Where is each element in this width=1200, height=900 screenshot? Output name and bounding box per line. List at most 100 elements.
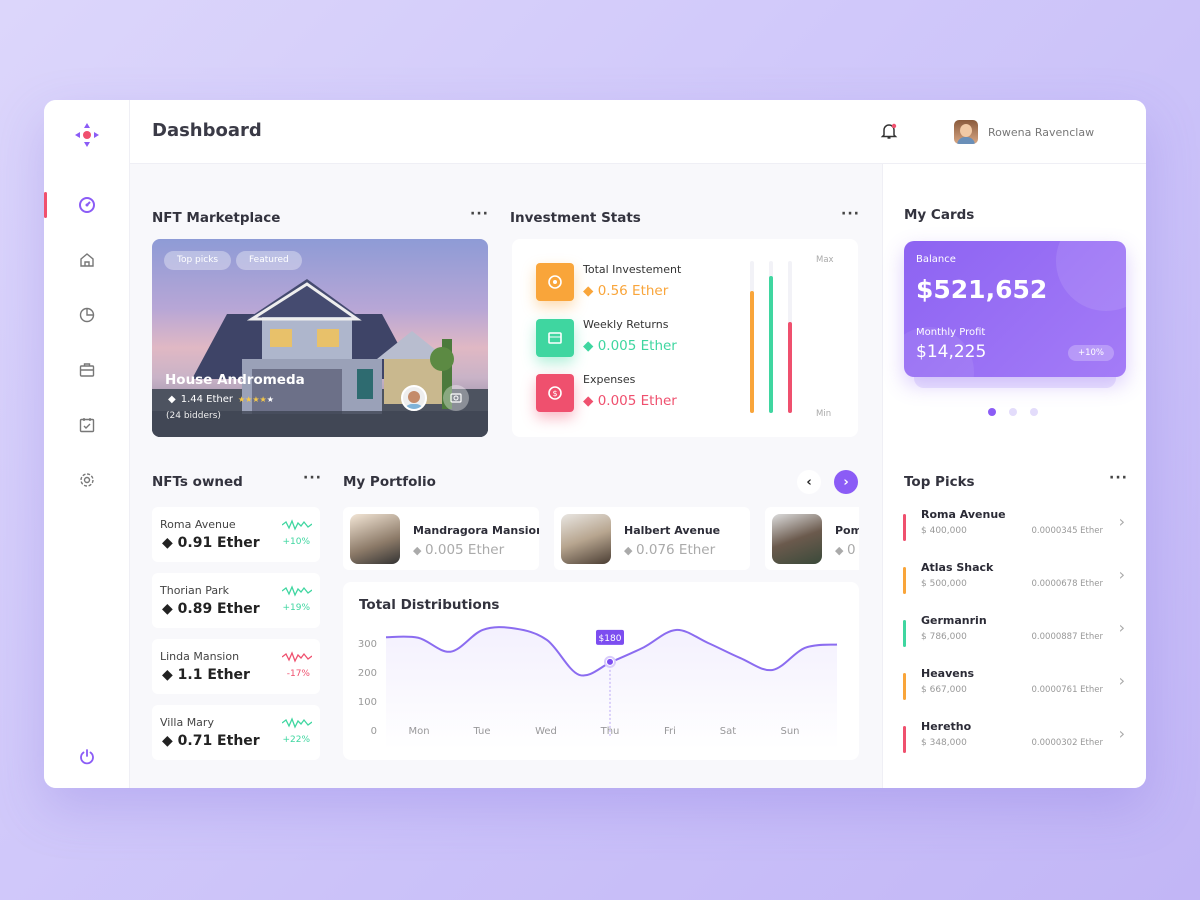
nft-owned-change: +19% bbox=[282, 603, 310, 613]
briefcase-icon bbox=[79, 363, 95, 377]
nft-owned-value: ◆ 0.91 Ether bbox=[162, 535, 260, 551]
pager-dot[interactable] bbox=[1009, 408, 1017, 416]
right-panel: My Cards Balance $521,652 Monthly Profit… bbox=[882, 164, 1146, 788]
ethereum-icon: ◆ bbox=[168, 394, 176, 405]
nft-owned-name: Linda Mansion bbox=[160, 650, 240, 663]
y-tick-label: 0 bbox=[371, 726, 377, 737]
power-icon bbox=[80, 749, 94, 765]
portfolio-item[interactable]: Mandragora Mansion ◆ 0.005 Ether bbox=[343, 507, 539, 570]
top-picks-more-button[interactable]: ··· bbox=[1109, 470, 1128, 486]
sidebar-item-calendar[interactable] bbox=[75, 413, 99, 437]
nfts-owned-more-button[interactable]: ··· bbox=[303, 470, 322, 486]
property-thumbnail bbox=[772, 514, 822, 564]
pager-dot[interactable] bbox=[1030, 408, 1038, 416]
nft-owned-item[interactable]: Roma Avenue ◆ 0.91 Ether +10% bbox=[152, 507, 320, 562]
top-picks-title: Top Picks bbox=[904, 474, 975, 490]
color-indicator bbox=[903, 620, 906, 647]
nft-owned-name: Roma Avenue bbox=[160, 518, 236, 531]
sidebar-item-analytics[interactable] bbox=[75, 303, 99, 327]
top-pick-item[interactable]: Germanrin $ 786,000 0.0000887 Ether › bbox=[903, 614, 1125, 662]
nft-owned-name: Villa Mary bbox=[160, 716, 214, 729]
sparkline-icon bbox=[282, 519, 312, 531]
ethereum-icon: ◆ bbox=[162, 733, 178, 749]
portfolio-carousel: Mandragora Mansion ◆ 0.005 Ether Halbert… bbox=[343, 100, 859, 580]
rating-stars: ★★★★★ bbox=[238, 395, 274, 404]
tag-top-picks[interactable]: Top picks bbox=[164, 251, 232, 270]
top-pick-item[interactable]: Roma Avenue $ 400,000 0.0000345 Ether › bbox=[903, 508, 1125, 556]
top-pick-name: Atlas Shack bbox=[921, 561, 994, 574]
portfolio-name: Pom bbox=[835, 524, 859, 537]
top-pick-item[interactable]: Atlas Shack $ 500,000 0.0000678 Ether › bbox=[903, 561, 1125, 609]
speedometer-icon bbox=[79, 197, 95, 213]
sparkline-icon bbox=[282, 717, 312, 729]
y-tick-label: 300 bbox=[358, 639, 377, 650]
top-pick-name: Germanrin bbox=[921, 614, 987, 627]
property-thumbnail bbox=[350, 514, 400, 564]
nft-marketplace-title: NFT Marketplace bbox=[152, 210, 281, 226]
highlight-point[interactable] bbox=[607, 658, 613, 665]
balance-label: Balance bbox=[916, 254, 956, 265]
top-pick-item[interactable]: Heretho $ 348,000 0.0000302 Ether › bbox=[903, 720, 1125, 768]
nft-owned-value-text: 0.89 Ether bbox=[177, 601, 260, 617]
bell-icon bbox=[880, 123, 898, 139]
ethereum-icon: ◆ bbox=[624, 544, 636, 557]
profit-label: Monthly Profit bbox=[916, 327, 986, 338]
y-tick-label: 200 bbox=[358, 668, 377, 679]
top-pick-price: $ 667,000 bbox=[921, 685, 967, 695]
chevron-right-icon: › bbox=[1118, 724, 1125, 743]
avatar bbox=[954, 120, 978, 144]
profit-value: $14,225 bbox=[916, 342, 987, 362]
logout-button[interactable] bbox=[75, 745, 99, 769]
nft-owned-value-text: 1.1 Ether bbox=[177, 667, 250, 683]
top-pick-price: $ 786,000 bbox=[921, 632, 967, 642]
tooltip-label: $180 bbox=[599, 634, 622, 644]
portfolio-value-text: 0.005 Ether bbox=[424, 542, 505, 558]
sidebar bbox=[44, 100, 130, 788]
ethereum-icon: ◆ bbox=[835, 544, 847, 557]
balance-card[interactable]: Balance $521,652 Monthly Profit $14,225 … bbox=[904, 241, 1126, 377]
chevron-right-icon: › bbox=[1118, 618, 1125, 637]
home-icon bbox=[80, 253, 94, 267]
nft-owned-name: Thorian Park bbox=[160, 584, 229, 597]
portfolio-value: ◆ 0.076 Ether bbox=[624, 542, 715, 558]
sidebar-item-settings[interactable] bbox=[75, 468, 99, 492]
tag-featured[interactable]: Featured bbox=[236, 251, 302, 270]
top-pick-name: Roma Avenue bbox=[921, 508, 1006, 521]
color-indicator bbox=[903, 514, 906, 541]
sparkline-icon bbox=[282, 585, 312, 597]
nfts-owned-title: NFTs owned bbox=[152, 474, 243, 490]
sparkline-icon bbox=[282, 651, 312, 663]
property-thumbnail bbox=[561, 514, 611, 564]
top-pick-name: Heretho bbox=[921, 720, 972, 733]
portfolio-item[interactable]: Pom ◆ 0 bbox=[765, 507, 859, 570]
sidebar-item-portfolio[interactable] bbox=[75, 358, 99, 382]
distributions-chart: 0100200300MonTueWedThuFriSatSun$180 bbox=[358, 626, 838, 750]
logo-icon bbox=[75, 123, 99, 147]
nft-owned-item[interactable]: Thorian Park ◆ 0.89 Ether +19% bbox=[152, 573, 320, 628]
sidebar-item-home[interactable] bbox=[75, 248, 99, 272]
color-indicator bbox=[903, 726, 906, 753]
sidebar-item-dashboard[interactable] bbox=[75, 193, 99, 217]
top-pick-item[interactable]: Heavens $ 667,000 0.0000761 Ether › bbox=[903, 667, 1125, 715]
nft-owned-item[interactable]: Villa Mary ◆ 0.71 Ether +22% bbox=[152, 705, 320, 760]
my-cards-title: My Cards bbox=[904, 207, 975, 223]
pie-chart-icon bbox=[79, 307, 95, 323]
notification-button[interactable] bbox=[880, 122, 898, 144]
top-pick-name: Heavens bbox=[921, 667, 975, 680]
nft-price: 1.44 Ether bbox=[180, 394, 233, 405]
chevron-right-icon: › bbox=[1118, 565, 1125, 584]
portfolio-name: Mandragora Mansion bbox=[413, 524, 539, 537]
nft-owned-value-text: 0.71 Ether bbox=[177, 733, 260, 749]
page-title: Dashboard bbox=[152, 120, 262, 141]
app-window: Dashboard Rowena Ravenclaw NFT Marketpla… bbox=[44, 100, 1146, 788]
portfolio-name: Halbert Avenue bbox=[624, 524, 721, 537]
nft-name: House Andromeda bbox=[165, 372, 305, 388]
portfolio-item[interactable]: Halbert Avenue ◆ 0.076 Ether bbox=[554, 507, 750, 570]
user-menu[interactable]: Rowena Ravenclaw bbox=[954, 120, 1094, 144]
nft-owned-item[interactable]: Linda Mansion ◆ 1.1 Ether -17% bbox=[152, 639, 320, 694]
top-pick-price: $ 348,000 bbox=[921, 738, 967, 748]
nft-owned-change: -17% bbox=[286, 669, 310, 679]
portfolio-value: ◆ 0.005 Ether bbox=[413, 542, 504, 558]
nft-price-row: ◆ 1.44 Ether ★★★★★ bbox=[168, 394, 274, 405]
pager-dot[interactable] bbox=[988, 408, 996, 416]
